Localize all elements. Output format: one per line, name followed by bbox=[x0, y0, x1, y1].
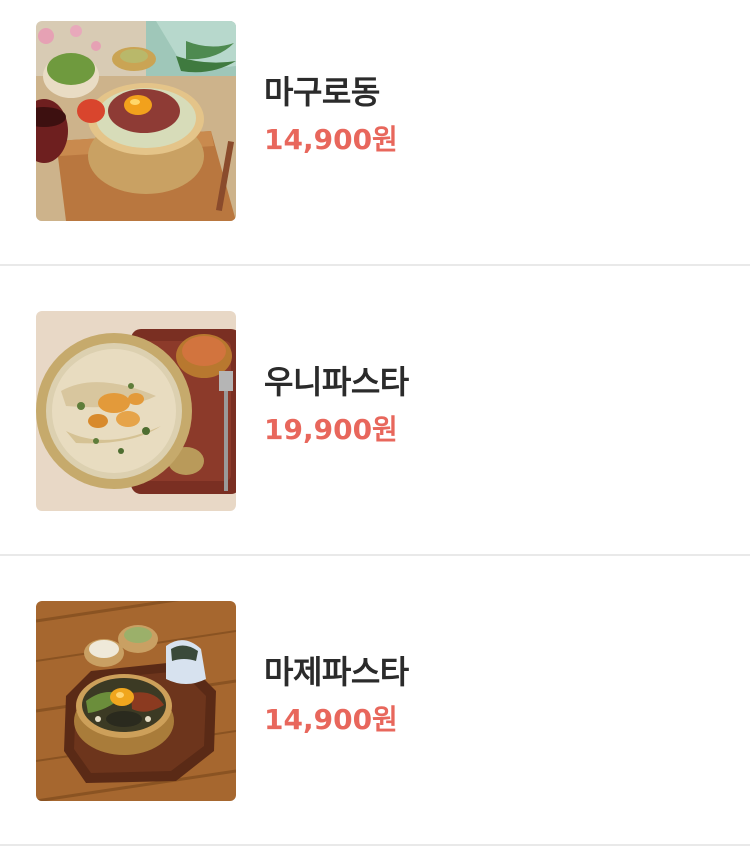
menu-item-maguro-don[interactable]: 마구로동 14,900원 bbox=[0, 0, 750, 266]
food-photo-maguro-don bbox=[36, 21, 236, 221]
menu-item-info: 우니파스타 19,900원 bbox=[264, 362, 409, 448]
menu-item-maze-pasta[interactable]: 마제파스타 14,900원 bbox=[0, 556, 750, 846]
menu-item-image[interactable] bbox=[36, 601, 236, 801]
menu-item-price: 14,900원 bbox=[264, 123, 398, 156]
menu-item-price: 14,900원 bbox=[264, 703, 398, 736]
menu-item-image[interactable] bbox=[36, 311, 236, 511]
menu-item-uni-pasta[interactable]: 우니파스타 19,900원 bbox=[0, 266, 750, 556]
menu-item-image[interactable] bbox=[36, 21, 236, 221]
divider bbox=[0, 844, 750, 846]
menu-item-info: 마구로동 14,900원 bbox=[264, 72, 398, 158]
food-photo-uni-pasta bbox=[36, 311, 236, 511]
menu-item-info: 마제파스타 14,900원 bbox=[264, 652, 409, 738]
menu-item-price: 19,900원 bbox=[264, 413, 398, 446]
menu-item-name: 마구로동 bbox=[264, 73, 380, 111]
menu-list: 마구로동 14,900원 우니파스타 19,900원 마제파스타 14,900원 bbox=[0, 0, 750, 866]
menu-item-name: 우니파스타 bbox=[264, 363, 409, 401]
menu-item-name: 마제파스타 bbox=[264, 653, 409, 691]
food-photo-maze-pasta bbox=[36, 601, 236, 801]
